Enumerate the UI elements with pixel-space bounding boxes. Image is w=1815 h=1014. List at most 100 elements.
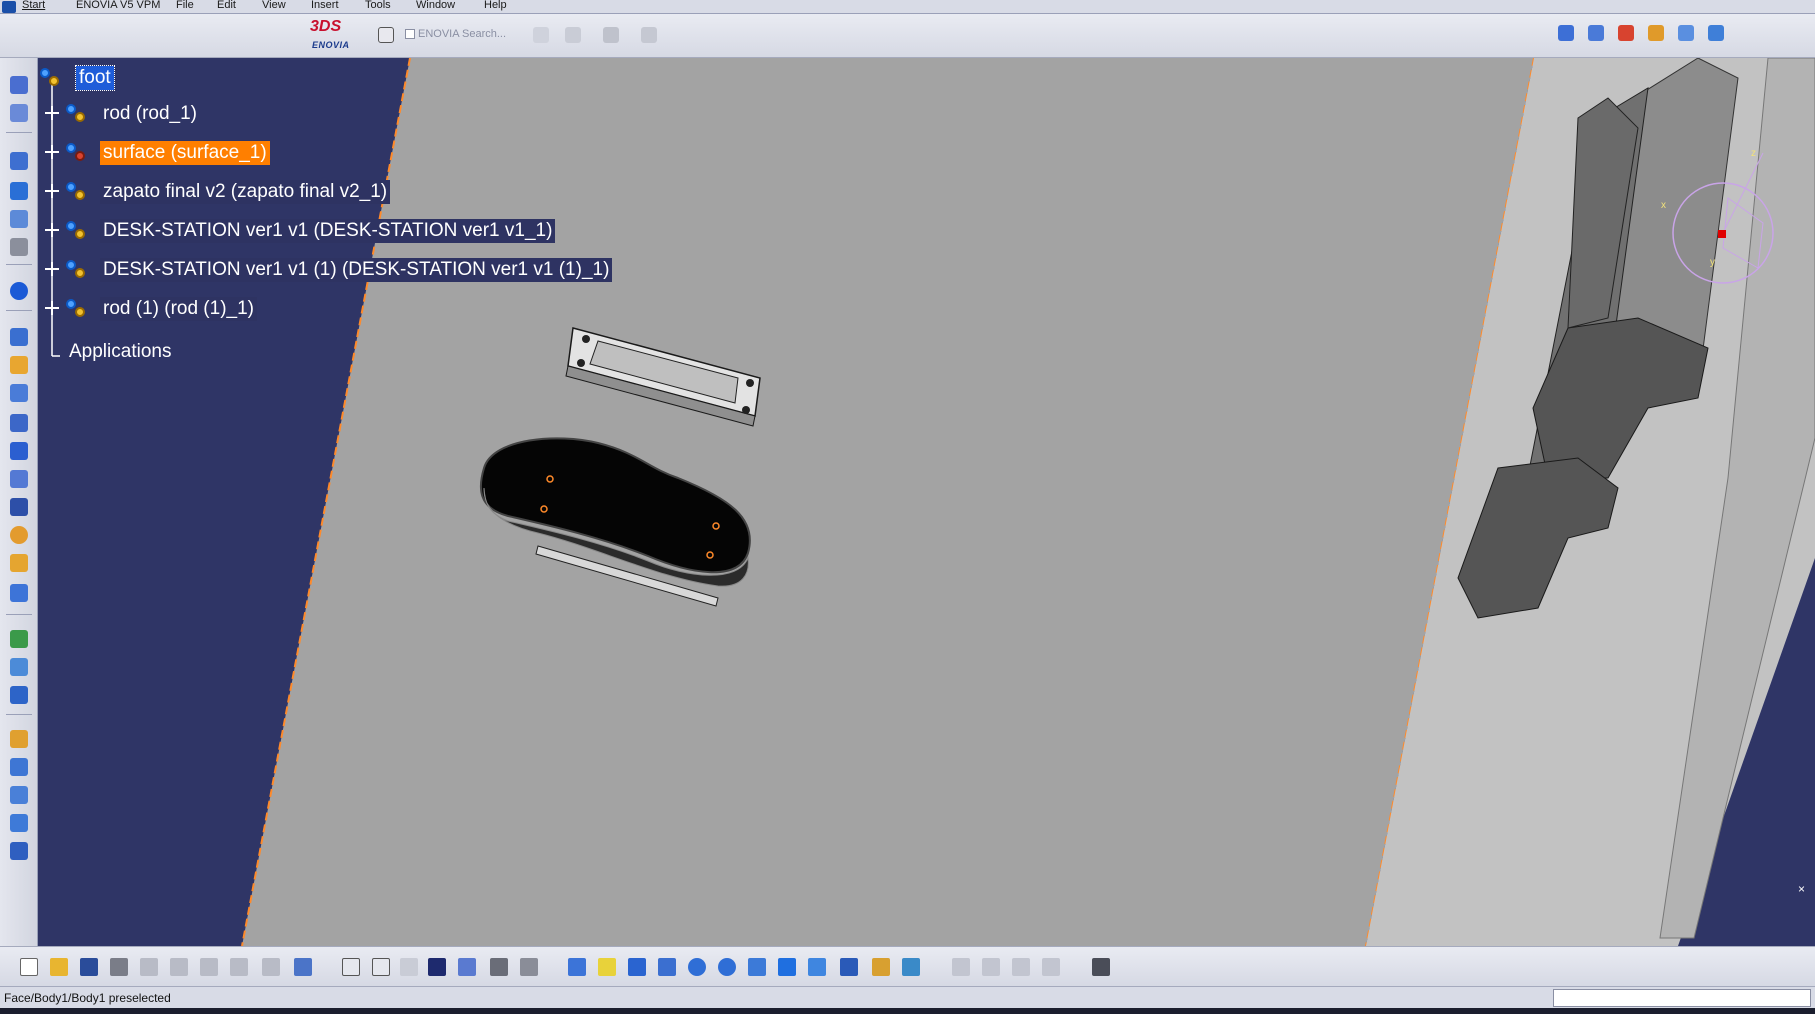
fit-all-icon[interactable] xyxy=(596,956,618,978)
print-icon[interactable] xyxy=(108,956,130,978)
menu-enovia[interactable]: ENOVIA V5 VPM xyxy=(76,0,160,11)
sphere-icon[interactable] xyxy=(8,524,30,546)
tree-node-label[interactable]: zapato final v2 (zapato final v2_1) xyxy=(100,180,391,204)
compass-red-handle[interactable] xyxy=(1718,230,1726,238)
menu-tools[interactable]: Tools xyxy=(365,0,391,11)
manipulation-icon[interactable] xyxy=(1555,22,1577,44)
save-to-enovia-icon[interactable] xyxy=(562,24,584,46)
swap-space-icon[interactable] xyxy=(900,956,922,978)
multi-view-icon[interactable] xyxy=(776,956,798,978)
expand-icon[interactable] xyxy=(45,106,59,120)
zoom-out-icon[interactable] xyxy=(716,956,738,978)
normal-view-icon[interactable] xyxy=(746,956,768,978)
menu-view[interactable]: View xyxy=(262,0,286,11)
iso-view-icon[interactable] xyxy=(806,956,828,978)
tree-root-label[interactable]: foot xyxy=(75,65,115,91)
menu-file[interactable]: File xyxy=(176,0,194,11)
law-icon[interactable] xyxy=(398,956,420,978)
group-icon[interactable] xyxy=(1010,956,1032,978)
expand-icon[interactable] xyxy=(45,301,59,315)
scene-icon[interactable] xyxy=(8,412,30,434)
send-to-icon[interactable] xyxy=(600,24,622,46)
tree-node-rod-1[interactable]: rod (1) (rod (1)_1) xyxy=(38,293,438,323)
expand-icon[interactable] xyxy=(45,145,59,159)
tree-node-desk-station-2[interactable]: DESK-STATION ver1 v1 (1) (DESK-STATION v… xyxy=(38,254,658,284)
track-icon[interactable] xyxy=(8,756,30,778)
tree-options-icon[interactable] xyxy=(530,24,552,46)
gear-assembly-icon[interactable] xyxy=(8,354,30,376)
assembly-constraint-icon[interactable] xyxy=(1645,22,1667,44)
measure-icon[interactable] xyxy=(8,236,30,258)
rotate-icon[interactable] xyxy=(656,956,678,978)
menu-edit[interactable]: Edit xyxy=(217,0,236,11)
tree-node-label[interactable]: surface (surface_1) xyxy=(100,141,270,165)
expand-icon[interactable] xyxy=(45,223,59,237)
hide-show-icon[interactable] xyxy=(870,956,892,978)
human-measure-icon[interactable] xyxy=(8,74,30,96)
tree-node-label[interactable]: rod (1) (rod (1)_1) xyxy=(100,297,257,321)
update-icon[interactable] xyxy=(1675,22,1697,44)
section-icon[interactable] xyxy=(8,440,30,462)
catalog-icon[interactable] xyxy=(8,326,30,348)
new-icon[interactable] xyxy=(18,956,40,978)
tree-node-rod[interactable]: rod (rod_1) xyxy=(38,98,438,128)
command-input[interactable] xyxy=(1553,989,1811,1007)
fix-icon[interactable] xyxy=(8,208,30,230)
manipulator-icon[interactable] xyxy=(950,956,972,978)
formula-icon[interactable] xyxy=(340,956,362,978)
expand-icon[interactable] xyxy=(45,184,59,198)
properties-icon[interactable] xyxy=(518,956,540,978)
sheet-icon[interactable] xyxy=(8,382,30,404)
expand-icon[interactable] xyxy=(45,262,59,276)
snap-icon[interactable] xyxy=(1585,22,1607,44)
ungroup-icon[interactable] xyxy=(1040,956,1062,978)
tree-node-surface[interactable]: surface (surface_1) xyxy=(38,137,438,167)
tree-node-desk-station-1[interactable]: DESK-STATION ver1 v1 (DESK-STATION ver1 … xyxy=(38,215,638,245)
undo-icon[interactable] xyxy=(228,956,250,978)
shading-icon[interactable] xyxy=(838,956,860,978)
fly-mode-icon[interactable] xyxy=(566,956,588,978)
chart-icon[interactable] xyxy=(8,840,30,862)
book-icon[interactable] xyxy=(8,812,30,834)
enovia-search-field[interactable]: ENOVIA Search... xyxy=(405,28,506,40)
tree-node-label[interactable]: rod (rod_1) xyxy=(100,102,200,126)
hyperlink-icon[interactable] xyxy=(638,24,660,46)
kinematics-icon[interactable] xyxy=(8,280,30,302)
save-icon[interactable] xyxy=(78,956,100,978)
replay-icon[interactable] xyxy=(8,784,30,806)
start-logo-icon[interactable] xyxy=(2,1,16,13)
open-icon[interactable] xyxy=(48,956,70,978)
zoom-in-icon[interactable] xyxy=(686,956,708,978)
angle-icon[interactable] xyxy=(8,656,30,678)
tree-applications-label[interactable]: Applications xyxy=(66,340,174,363)
pan-icon[interactable] xyxy=(626,956,648,978)
cut-icon[interactable] xyxy=(138,956,160,978)
menu-window[interactable]: Window xyxy=(416,0,455,11)
lock-icon[interactable] xyxy=(488,956,510,978)
camera-icon[interactable] xyxy=(1090,956,1112,978)
copy-icon[interactable] xyxy=(168,956,190,978)
cube-icon[interactable] xyxy=(8,582,30,604)
product-structure-icon[interactable] xyxy=(8,150,30,172)
distance-icon[interactable] xyxy=(8,684,30,706)
film-icon[interactable] xyxy=(8,496,30,518)
table-icon[interactable] xyxy=(426,956,448,978)
layout-icon[interactable] xyxy=(8,468,30,490)
human-pose-icon[interactable] xyxy=(8,102,30,124)
simulation-icon[interactable] xyxy=(8,728,30,750)
menu-help[interactable]: Help xyxy=(484,0,507,11)
tree-node-zapato[interactable]: zapato final v2 (zapato final v2_1) xyxy=(38,176,538,206)
redo-icon[interactable] xyxy=(260,956,282,978)
graph-tree-icon[interactable] xyxy=(456,956,478,978)
menu-insert[interactable]: Insert xyxy=(311,0,339,11)
next-icon[interactable] xyxy=(980,956,1002,978)
enovia-connect-icon[interactable] xyxy=(375,24,397,46)
knowledge-icon[interactable] xyxy=(370,956,392,978)
color-icon[interactable] xyxy=(8,628,30,650)
tree-node-label[interactable]: DESK-STATION ver1 v1 (1) (DESK-STATION v… xyxy=(100,258,613,282)
constraint-icon[interactable] xyxy=(8,180,30,202)
clash-icon[interactable] xyxy=(1615,22,1637,44)
tree-node-applications[interactable]: Applications xyxy=(66,341,174,371)
surface-tool-icon[interactable] xyxy=(8,552,30,574)
paste-icon[interactable] xyxy=(198,956,220,978)
